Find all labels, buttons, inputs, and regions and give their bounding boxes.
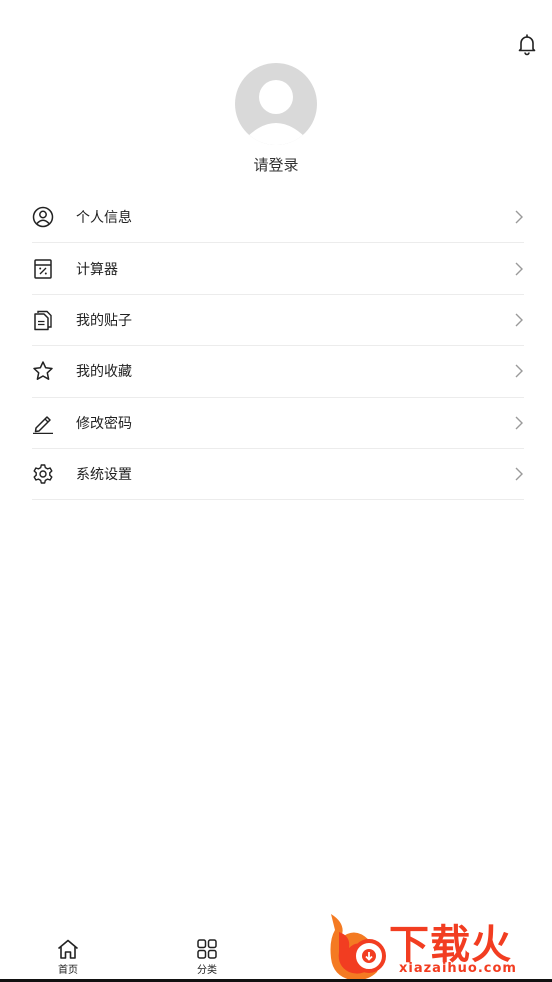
menu-item-label: 我的收藏 [76, 364, 132, 381]
menu-item-personal-info[interactable]: 个人信息 [32, 192, 524, 244]
menu-item-label: 我的贴子 [76, 312, 132, 329]
user-circle-icon [32, 206, 54, 228]
menu-item-my-favorites[interactable]: 我的收藏 [32, 346, 524, 398]
avatar[interactable] [235, 63, 317, 145]
gear-icon [32, 463, 54, 485]
menu-item-system-settings[interactable]: 系统设置 [32, 449, 524, 501]
tab-category[interactable]: 分类 [177, 938, 237, 976]
chevron-right-icon [514, 261, 524, 277]
calculator-icon [32, 258, 54, 280]
document-icon [32, 309, 54, 331]
profile-menu: 个人信息 计算器 我的贴子 我的收藏 修改密码 系统设置 [32, 192, 524, 501]
menu-item-label: 系统设置 [76, 467, 132, 484]
notification-bell-icon[interactable] [515, 32, 539, 56]
flame-logo-icon [330, 914, 386, 981]
tab-home-label: 首页 [58, 965, 78, 976]
menu-item-label: 个人信息 [76, 210, 132, 227]
tab-home[interactable]: 首页 [38, 938, 98, 976]
home-icon [57, 939, 79, 959]
watermark-url: xiazaihuo.com [399, 961, 517, 976]
grid-icon [197, 939, 217, 959]
chevron-right-icon [514, 415, 524, 431]
menu-item-label: 计算器 [76, 261, 118, 278]
menu-item-my-posts[interactable]: 我的贴子 [32, 295, 524, 347]
menu-item-calculator[interactable]: 计算器 [32, 243, 524, 295]
chevron-right-icon [514, 466, 524, 482]
watermark: 下载火 xiazaihuo.com [325, 910, 552, 982]
login-prompt[interactable]: 请登录 [0, 154, 552, 175]
menu-item-change-password[interactable]: 修改密码 [32, 398, 524, 449]
chevron-right-icon [514, 312, 524, 328]
menu-item-label: 修改密码 [76, 415, 132, 432]
chevron-right-icon [514, 209, 524, 225]
star-icon [32, 360, 54, 382]
tab-category-label: 分类 [197, 965, 217, 976]
edit-pen-icon [32, 412, 54, 434]
chevron-right-icon [514, 363, 524, 379]
